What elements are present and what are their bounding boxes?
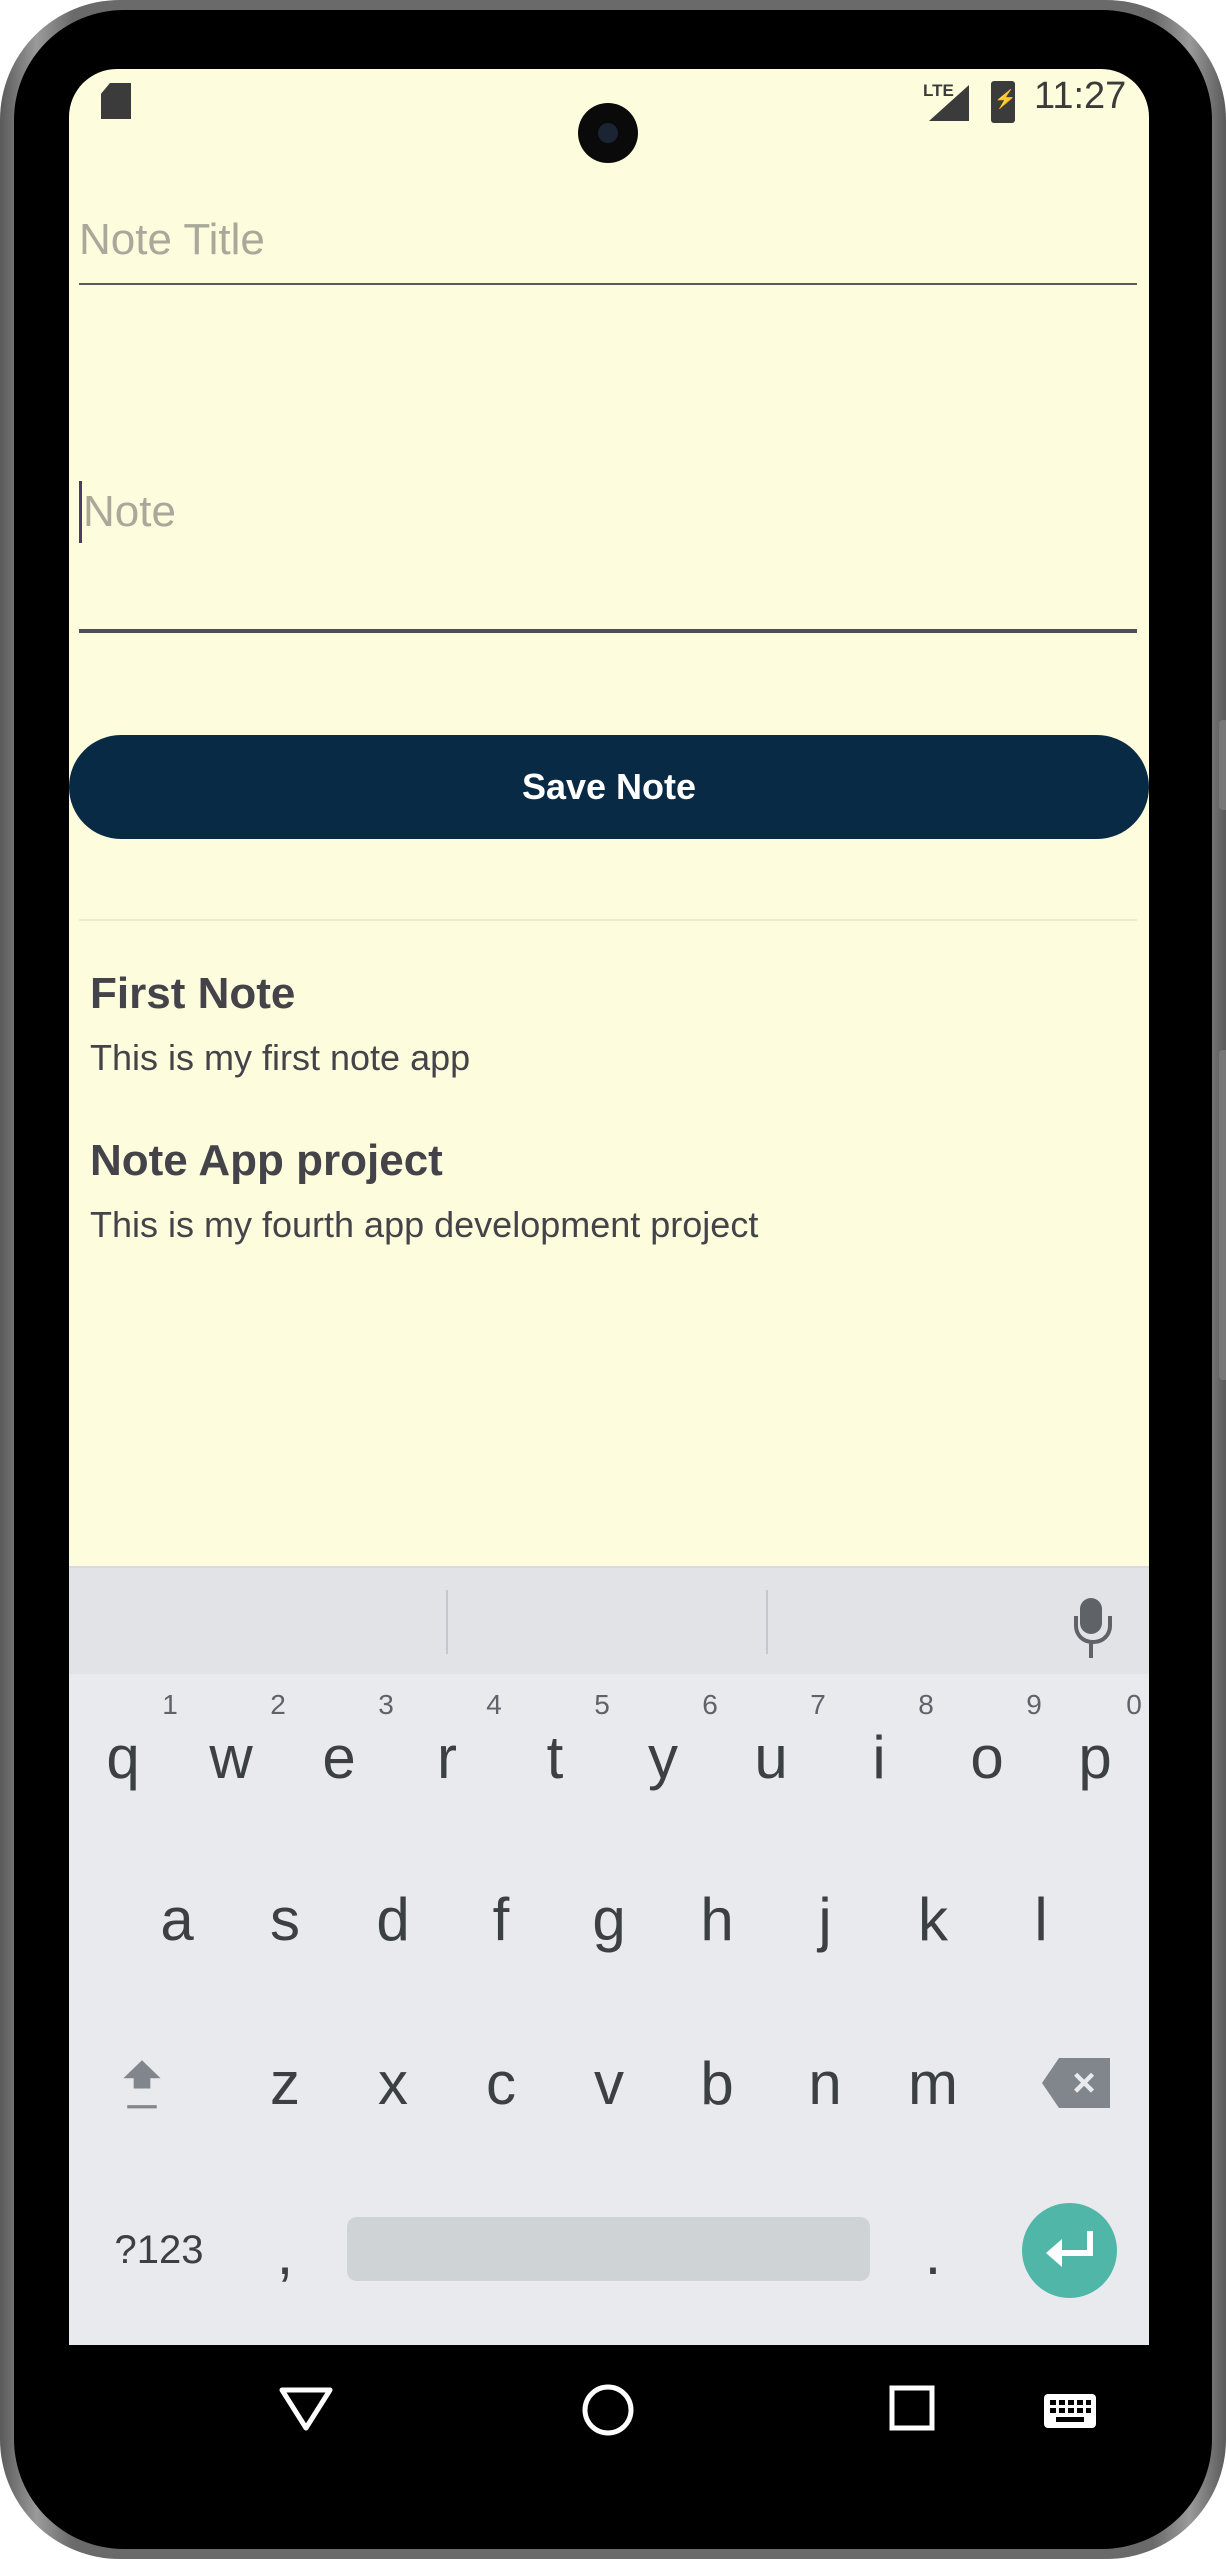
note-title-input[interactable] xyxy=(79,215,1137,265)
note-underline xyxy=(79,629,1137,633)
key-r[interactable]: r xyxy=(397,1723,497,1793)
status-bar: LTE 11:27 xyxy=(69,69,1149,169)
note-item-body: This is my fourth app development projec… xyxy=(90,1204,759,1245)
suggestion-strip xyxy=(69,1566,1149,1674)
sd-card-icon xyxy=(101,83,131,119)
app-screen: LTE 11:27 Save Note First Note This is m… xyxy=(69,69,1149,2345)
symbols-key[interactable]: ?123 xyxy=(99,2215,219,2285)
list-divider xyxy=(79,919,1137,921)
note-title-field[interactable] xyxy=(79,215,1137,285)
key-v[interactable]: v xyxy=(559,2049,659,2119)
enter-key[interactable] xyxy=(1022,2203,1117,2298)
suggestion-separator xyxy=(766,1590,768,1654)
volume-button xyxy=(1219,720,1226,810)
battery-charging-icon xyxy=(991,81,1016,123)
key-hint: 6 xyxy=(702,1689,718,1720)
key-g[interactable]: g xyxy=(559,1885,659,1955)
key-w[interactable]: w xyxy=(181,1723,281,1793)
key-hint: 9 xyxy=(1026,1689,1042,1720)
key-i[interactable]: i xyxy=(829,1723,929,1793)
note-body-input[interactable] xyxy=(79,479,1141,545)
key-l[interactable]: l xyxy=(991,1885,1091,1955)
key-k[interactable]: k xyxy=(883,1885,983,1955)
key-z[interactable]: z xyxy=(235,2049,335,2119)
key-hint: 4 xyxy=(486,1689,502,1720)
key-n[interactable]: n xyxy=(775,2049,875,2119)
key-p[interactable]: p xyxy=(1045,1723,1145,1793)
key-s[interactable]: s xyxy=(235,1885,335,1955)
save-note-button[interactable]: Save Note xyxy=(69,735,1149,839)
key-j[interactable]: j xyxy=(775,1885,875,1955)
recents-nav-icon[interactable] xyxy=(888,2384,936,2432)
list-item[interactable]: First Note This is my first note app xyxy=(90,969,470,1079)
key-b[interactable]: b xyxy=(667,2049,767,2119)
comma-key[interactable]: , xyxy=(235,2219,335,2289)
key-u[interactable]: u xyxy=(721,1723,821,1793)
front-camera xyxy=(578,103,638,163)
shift-icon[interactable] xyxy=(111,2059,173,2109)
title-underline xyxy=(79,283,1137,285)
list-item[interactable]: Note App project This is my fourth app d… xyxy=(90,1136,758,1246)
key-hint: 7 xyxy=(810,1689,826,1720)
back-nav-icon[interactable] xyxy=(278,2384,334,2432)
key-y[interactable]: y xyxy=(613,1723,713,1793)
home-nav-icon[interactable] xyxy=(580,2382,636,2438)
note-body-field[interactable] xyxy=(79,479,1141,635)
key-q[interactable]: q xyxy=(73,1723,173,1793)
backspace-x-glyph: × xyxy=(1072,2061,1096,2105)
space-bar[interactable] xyxy=(347,2217,870,2281)
key-t[interactable]: t xyxy=(505,1723,605,1793)
key-c[interactable]: c xyxy=(451,2049,551,2119)
key-h[interactable]: h xyxy=(667,1885,767,1955)
microphone-stem xyxy=(1089,1642,1093,1658)
key-hint: 1 xyxy=(162,1689,178,1720)
key-hint: 5 xyxy=(594,1689,610,1720)
key-hint: 3 xyxy=(378,1689,394,1720)
key-hint: 2 xyxy=(270,1689,286,1720)
note-item-body: This is my first note app xyxy=(90,1037,471,1078)
text-cursor xyxy=(79,481,82,543)
enter-icon xyxy=(1046,2231,1093,2267)
microphone-stand xyxy=(1074,1616,1112,1644)
note-item-title: First Note xyxy=(90,969,296,1018)
navigation-bar xyxy=(0,2346,1226,2466)
keyboard-switch-icon[interactable] xyxy=(1042,2392,1098,2430)
key-hint: 8 xyxy=(918,1689,934,1720)
key-a[interactable]: a xyxy=(127,1885,227,1955)
suggestion-separator xyxy=(446,1590,448,1654)
key-x[interactable]: x xyxy=(343,2049,443,2119)
key-o[interactable]: o xyxy=(937,1723,1037,1793)
key-e[interactable]: e xyxy=(289,1723,389,1793)
key-f[interactable]: f xyxy=(451,1885,551,1955)
note-item-title: Note App project xyxy=(90,1136,443,1185)
power-button xyxy=(1219,1050,1226,1380)
status-time: 11:27 xyxy=(1034,75,1127,117)
network-type-label: LTE xyxy=(923,81,954,100)
period-key[interactable]: . xyxy=(883,2219,983,2289)
key-hint: 0 xyxy=(1126,1689,1142,1720)
key-d[interactable]: d xyxy=(343,1885,443,1955)
key-m[interactable]: m xyxy=(883,2049,983,2119)
